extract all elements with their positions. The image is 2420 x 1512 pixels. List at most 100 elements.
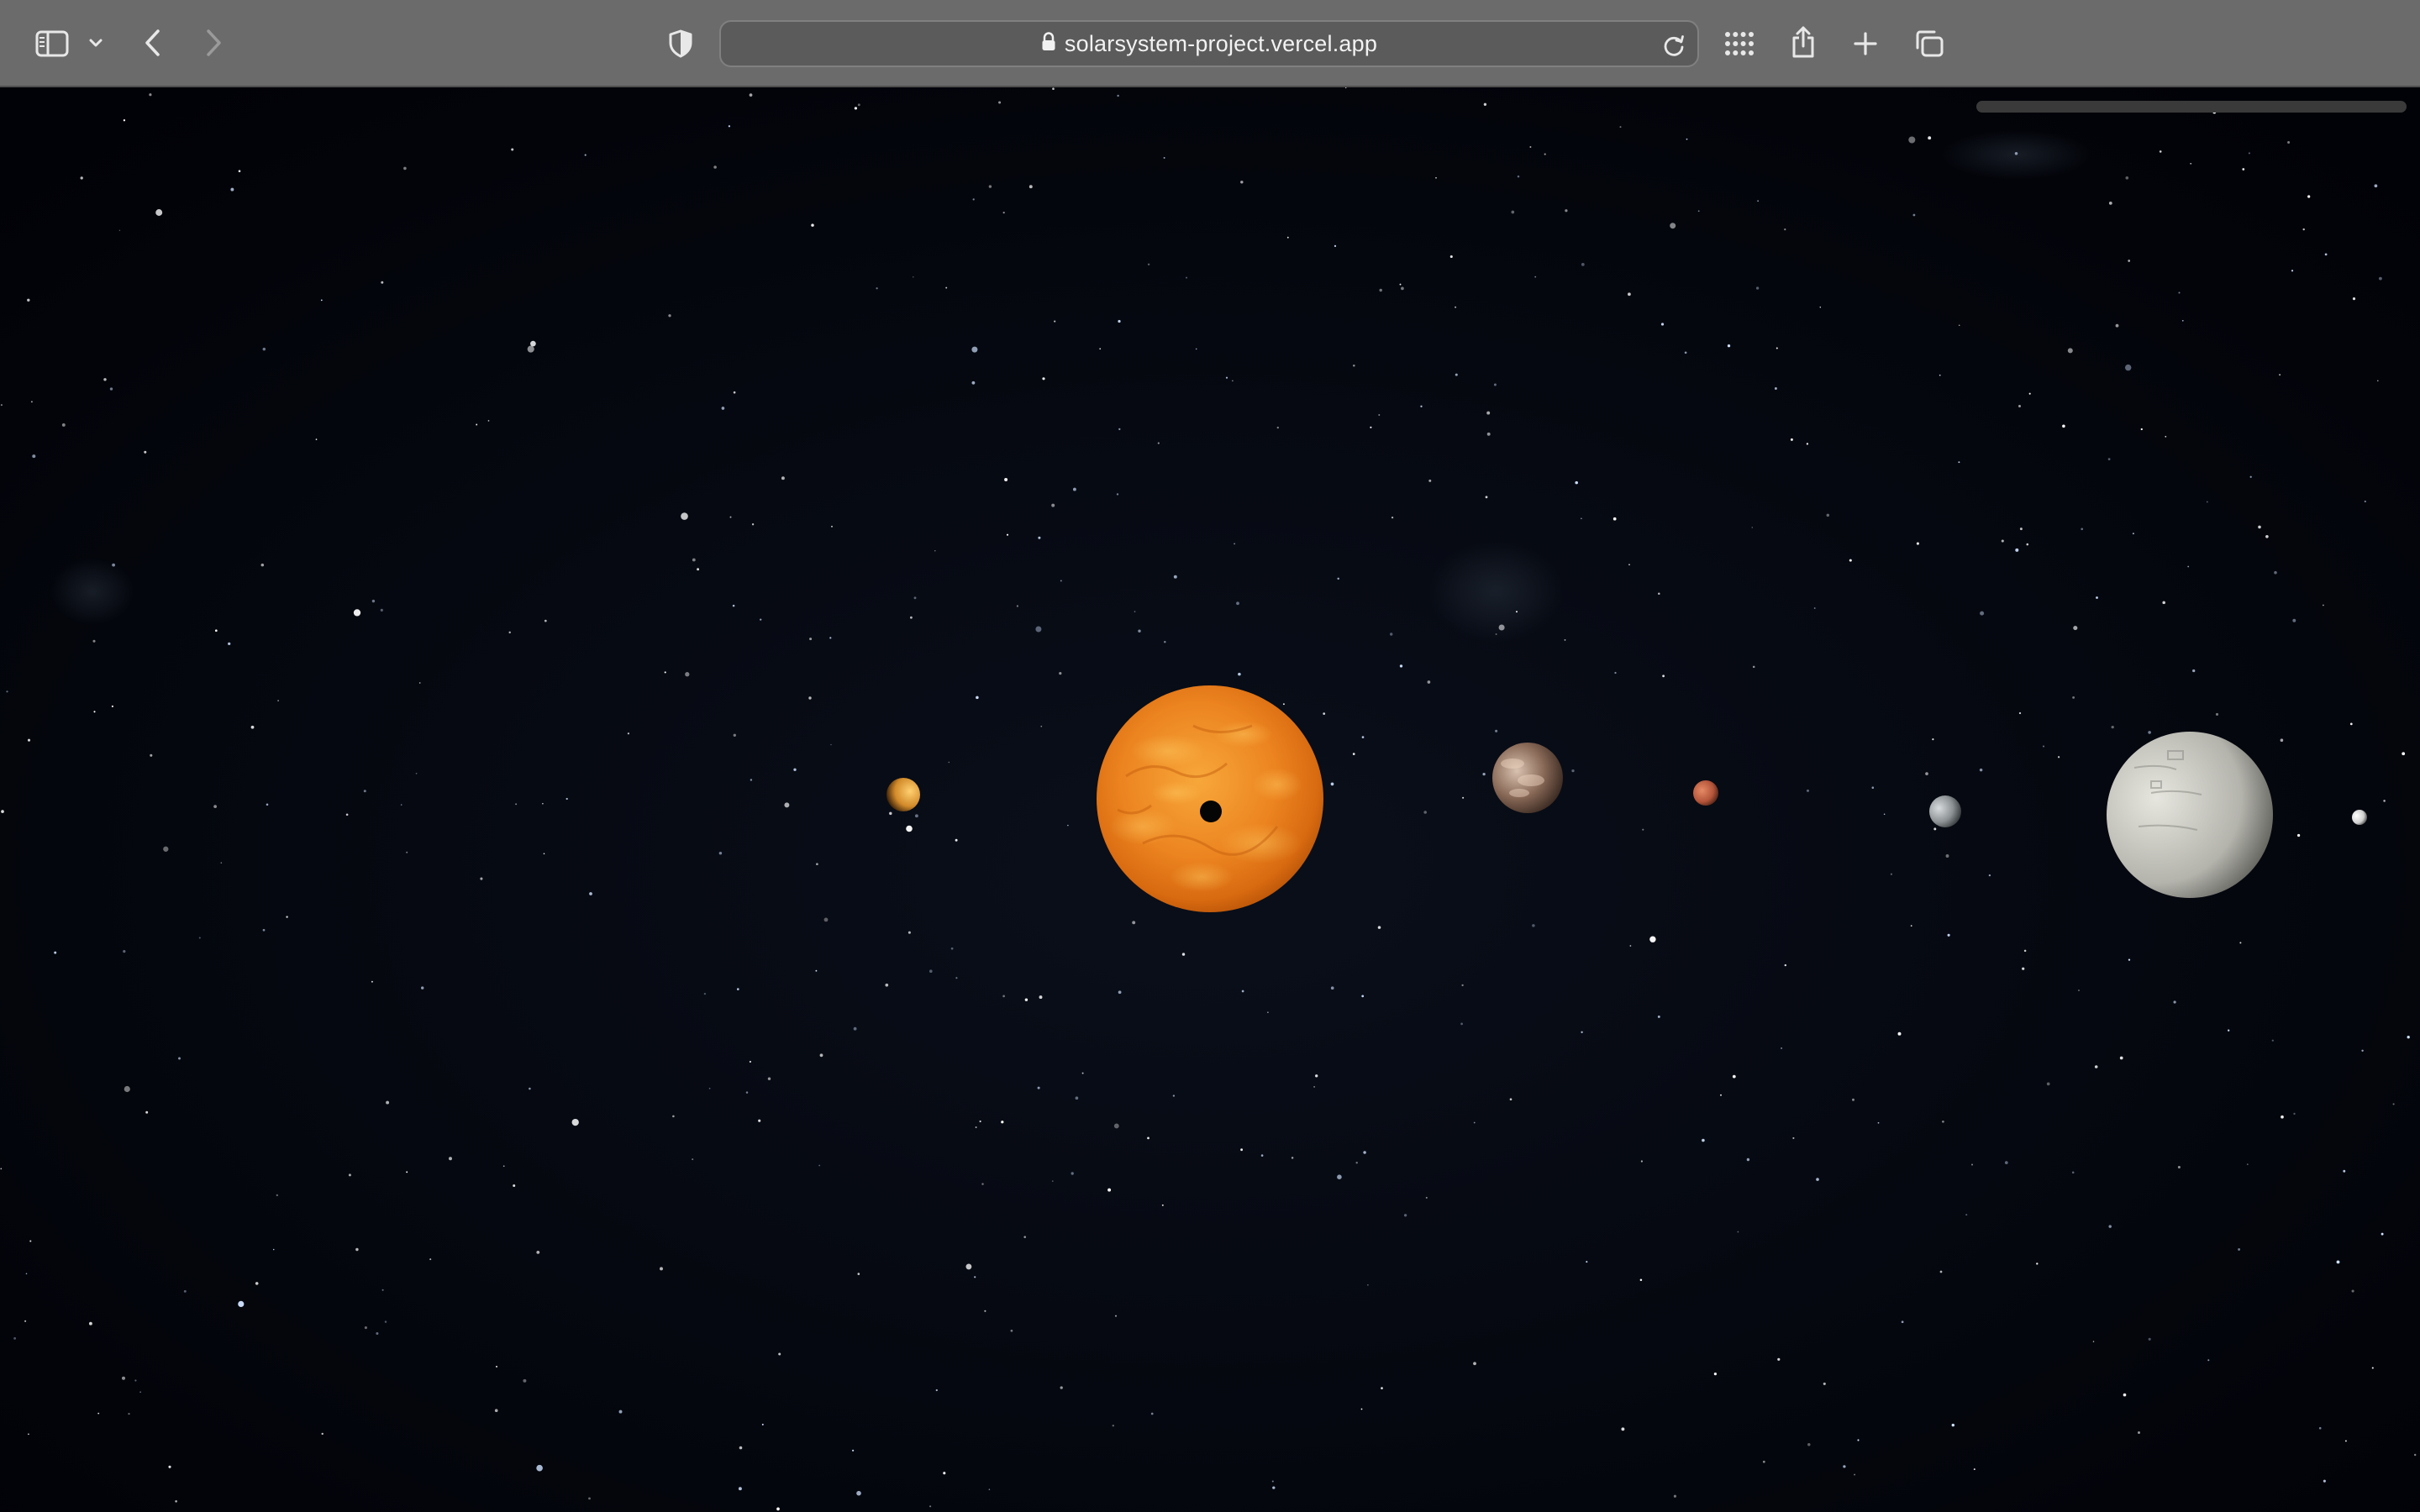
star [250, 725, 255, 729]
star [2292, 618, 2296, 622]
star [1660, 323, 1665, 326]
star [2073, 626, 2078, 631]
planet-saturn [2352, 810, 2367, 825]
star [1658, 592, 1660, 596]
star [955, 977, 958, 979]
star [1163, 156, 1165, 159]
star [163, 846, 169, 852]
tab-overview-button[interactable] [1911, 25, 1948, 62]
star [543, 853, 545, 855]
address-bar[interactable]: solarsystem-project.vercel.app [719, 20, 1699, 67]
sidebar-button[interactable] [32, 25, 72, 62]
star [214, 629, 218, 633]
star [371, 599, 376, 603]
forward-button[interactable] [195, 24, 232, 62]
star [109, 387, 113, 391]
star [2165, 435, 2167, 438]
share-button[interactable] [1785, 22, 1822, 62]
sidebar-icon [35, 30, 69, 57]
star [27, 738, 31, 742]
address-content: solarsystem-project.vercel.app [721, 22, 1697, 66]
star [2323, 604, 2324, 606]
star [1035, 626, 1042, 633]
star [80, 176, 83, 180]
star [421, 986, 424, 990]
star [2014, 152, 2018, 155]
star [2344, 1440, 2347, 1442]
star [530, 340, 536, 347]
star [1925, 772, 1928, 775]
star [272, 1248, 275, 1251]
star [103, 378, 107, 381]
star [381, 281, 384, 284]
star [1455, 373, 1458, 376]
star [2279, 374, 2281, 375]
star [1040, 725, 1043, 727]
star [2022, 967, 2025, 970]
star [1575, 480, 1578, 485]
star [1112, 1425, 1114, 1427]
sidebar-menu-button[interactable] [84, 30, 108, 55]
privacy-report-button[interactable] [662, 25, 699, 62]
star [2067, 348, 2073, 354]
star [228, 642, 231, 646]
star [2046, 1082, 2050, 1086]
nebula-patch [1428, 541, 1563, 642]
star [1060, 580, 1062, 582]
star [2072, 696, 2075, 699]
reload-button[interactable] [1660, 32, 1687, 59]
star [1002, 995, 1005, 998]
star [830, 743, 832, 746]
star [1118, 428, 1121, 431]
star [1473, 1121, 1476, 1124]
star [1890, 873, 1892, 875]
star [1236, 601, 1239, 606]
star [2057, 756, 2060, 759]
star [238, 1300, 245, 1307]
star [1642, 828, 1644, 831]
solar-system-canvas[interactable] [0, 87, 2420, 1512]
chevron-left-icon [143, 29, 163, 57]
star [220, 862, 223, 864]
star [1240, 181, 1244, 184]
star [1147, 1137, 1150, 1140]
star [1099, 348, 1102, 350]
star [2238, 1247, 2241, 1251]
tabs-overview-icon [1914, 29, 1944, 58]
star [1897, 1032, 1902, 1036]
star [1002, 212, 1005, 214]
extensions-grid-button[interactable] [1721, 25, 1758, 62]
star [2018, 711, 2022, 715]
star [2383, 800, 2386, 802]
back-button[interactable] [134, 24, 171, 62]
star [1, 810, 4, 813]
star [112, 563, 116, 567]
star [1185, 276, 1188, 279]
star [1118, 319, 1121, 323]
star [1052, 87, 1055, 91]
star [1755, 286, 1760, 290]
star [384, 1320, 387, 1323]
new-tab-button[interactable] [1847, 25, 1884, 62]
star [1713, 1373, 1717, 1376]
star [1420, 405, 1423, 407]
star [1401, 286, 1404, 291]
star [906, 825, 913, 832]
star [1107, 1188, 1112, 1192]
star [1282, 703, 1285, 706]
star [733, 733, 736, 737]
star [2148, 1337, 2151, 1341]
star [1628, 292, 1631, 297]
star [24, 1320, 27, 1322]
star [1702, 1138, 1705, 1142]
star [2115, 323, 2119, 328]
star [1363, 1151, 1366, 1154]
star [910, 616, 913, 619]
star [260, 563, 265, 567]
star [929, 969, 933, 974]
star [728, 125, 731, 128]
star [1267, 1011, 1269, 1014]
star [1673, 1494, 1676, 1498]
star [128, 1412, 130, 1415]
star [1614, 671, 1617, 675]
